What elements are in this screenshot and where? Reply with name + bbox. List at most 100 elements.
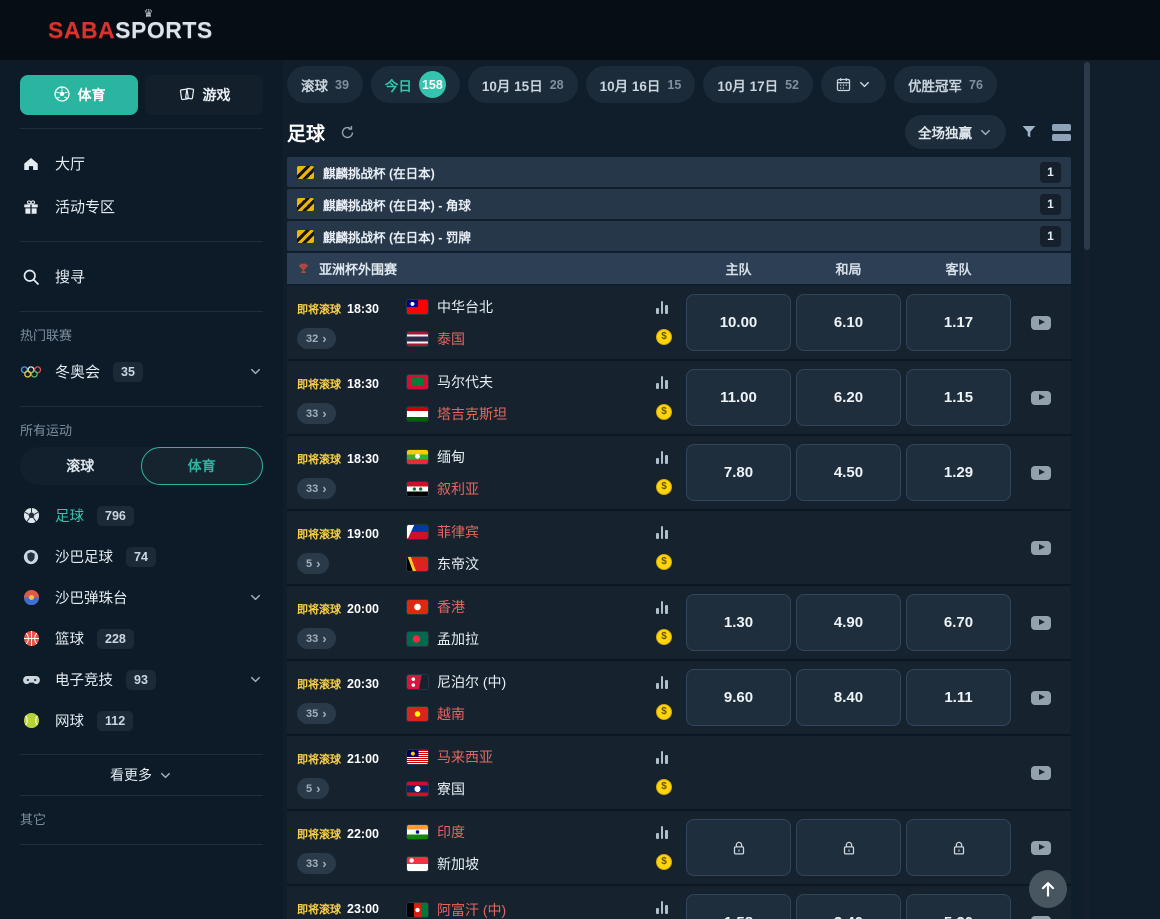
odds-button[interactable]: 6.10 [796, 294, 901, 351]
stats-icon[interactable] [656, 901, 668, 914]
home-team[interactable]: 缅甸 [407, 447, 656, 467]
home-team[interactable]: 阿富汗 (中) [407, 900, 656, 919]
stats-icon[interactable] [656, 376, 668, 389]
home-team[interactable]: 尼泊尔 (中) [407, 672, 656, 692]
league-row[interactable]: 麒麟挑战杯 (在日本) - 角球 1 [287, 189, 1071, 219]
sidebar-item-saba-pinball[interactable]: 沙巴弹珠台 [20, 577, 263, 618]
odds-button[interactable]: 1.11 [906, 669, 1011, 726]
home-team[interactable]: 印度 [407, 822, 656, 842]
odds-button-locked[interactable] [686, 819, 791, 876]
away-team[interactable]: 东帝汶 [407, 554, 656, 574]
tab-today[interactable]: 今日158 [371, 66, 460, 103]
more-markets-button[interactable]: 33› [297, 628, 336, 649]
sidebar-item-esports[interactable]: 电子竞技 93 [20, 659, 263, 700]
stats-icon[interactable] [656, 601, 668, 614]
section-header[interactable]: 亚洲杯外围赛 主队 和局 客队 [287, 253, 1071, 284]
away-team[interactable]: 叙利亚 [407, 479, 656, 499]
video-stream-icon[interactable] [1031, 766, 1051, 780]
away-team[interactable]: 寮国 [407, 779, 656, 799]
odds-button[interactable]: 3.40 [796, 894, 901, 919]
sidebar-item-promotions[interactable]: 活动专区 [20, 185, 263, 228]
league-row[interactable]: 麒麟挑战杯 (在日本) - 罚牌 1 [287, 221, 1071, 251]
more-markets-button[interactable]: 33› [297, 478, 336, 499]
filter-button[interactable] [1020, 123, 1038, 141]
more-markets-button[interactable]: 33› [297, 853, 336, 874]
toggle-sports[interactable]: 体育 [141, 447, 264, 485]
stats-icon[interactable] [656, 451, 668, 464]
odds-button[interactable]: 1.17 [906, 294, 1011, 351]
cashout-coin-icon[interactable] [656, 854, 672, 870]
cashout-coin-icon[interactable] [656, 329, 672, 345]
more-markets-button[interactable]: 5› [297, 778, 329, 799]
more-markets-button[interactable]: 33› [297, 403, 336, 424]
games-mode-button[interactable]: 游戏 [145, 75, 263, 115]
video-stream-icon[interactable] [1031, 691, 1051, 705]
brand-logo[interactable]: ♛ SABASPORTS [48, 17, 213, 44]
sidebar-item-tennis[interactable]: 网球 112 [20, 700, 263, 741]
odds-button[interactable]: 10.00 [686, 294, 791, 351]
cashout-coin-icon[interactable] [656, 704, 672, 720]
calendar-tab[interactable] [821, 66, 886, 103]
video-stream-icon[interactable] [1031, 466, 1051, 480]
cashout-coin-icon[interactable] [656, 404, 672, 420]
away-team[interactable]: 越南 [407, 704, 656, 724]
home-team[interactable]: 中华台北 [407, 297, 656, 317]
sidebar-item-lobby[interactable]: 大厅 [20, 142, 263, 185]
odds-button[interactable]: 11.00 [686, 369, 791, 426]
tab-oct-15[interactable]: 10月 15日28 [468, 66, 578, 103]
video-stream-icon[interactable] [1031, 391, 1051, 405]
layout-toggle-button[interactable] [1052, 124, 1071, 141]
see-more-button[interactable]: 看更多 [20, 761, 263, 789]
cashout-coin-icon[interactable] [656, 779, 672, 795]
odds-button[interactable]: 1.30 [686, 594, 791, 651]
odds-button[interactable]: 4.50 [796, 444, 901, 501]
odds-button[interactable]: 6.20 [796, 369, 901, 426]
more-markets-button[interactable]: 32› [297, 328, 336, 349]
away-team[interactable]: 塔吉克斯坦 [407, 404, 656, 424]
sidebar-item-winter-olympics[interactable]: 冬奥会 35 [20, 350, 263, 393]
cashout-coin-icon[interactable] [656, 629, 672, 645]
stats-icon[interactable] [656, 826, 668, 839]
search-box[interactable]: 搜寻 [20, 255, 263, 298]
cashout-coin-icon[interactable] [656, 554, 672, 570]
odds-button-locked[interactable] [906, 819, 1011, 876]
scroll-to-top-button[interactable] [1029, 870, 1067, 908]
stats-icon[interactable] [656, 526, 668, 539]
home-team[interactable]: 马来西亚 [407, 747, 656, 767]
odds-button[interactable]: 9.60 [686, 669, 791, 726]
toggle-live[interactable]: 滚球 [20, 447, 141, 485]
cashout-coin-icon[interactable] [656, 479, 672, 495]
sidebar-item-basketball[interactable]: 篮球 228 [20, 618, 263, 659]
away-team[interactable]: 孟加拉 [407, 629, 656, 649]
away-team[interactable]: 新加坡 [407, 854, 656, 874]
market-selector-dropdown[interactable]: 全场独赢 [905, 115, 1006, 149]
video-stream-icon[interactable] [1031, 916, 1051, 919]
tab-oct-17[interactable]: 10月 17日52 [703, 66, 813, 103]
stats-icon[interactable] [656, 751, 668, 764]
odds-button[interactable]: 8.40 [796, 669, 901, 726]
sports-mode-button[interactable]: 体育 [20, 75, 138, 115]
home-team[interactable]: 香港 [407, 597, 656, 617]
odds-button[interactable]: 6.70 [906, 594, 1011, 651]
video-stream-icon[interactable] [1031, 841, 1051, 855]
video-stream-icon[interactable] [1031, 316, 1051, 330]
odds-button[interactable]: 1.15 [906, 369, 1011, 426]
tab-oct-16[interactable]: 10月 16日15 [586, 66, 696, 103]
odds-button[interactable]: 1.29 [906, 444, 1011, 501]
league-row[interactable]: 麒麟挑战杯 (在日本) 1 [287, 157, 1071, 187]
refresh-button[interactable] [339, 124, 356, 141]
scrollbar-thumb[interactable] [1084, 62, 1090, 250]
tab-live[interactable]: 滚球39 [287, 66, 363, 103]
sidebar-item-soccer[interactable]: 足球 796 [20, 495, 263, 536]
tab-outright[interactable]: 优胜冠军76 [894, 66, 997, 103]
video-stream-icon[interactable] [1031, 616, 1051, 630]
more-markets-button[interactable]: 35› [297, 703, 336, 724]
home-team[interactable]: 马尔代夫 [407, 372, 656, 392]
stats-icon[interactable] [656, 301, 668, 314]
odds-button[interactable]: 1.58 [686, 894, 791, 919]
more-markets-button[interactable]: 5› [297, 553, 329, 574]
video-stream-icon[interactable] [1031, 541, 1051, 555]
sidebar-item-saba-soccer[interactable]: 沙巴足球 74 [20, 536, 263, 577]
odds-button[interactable]: 7.80 [686, 444, 791, 501]
odds-button[interactable]: 4.90 [796, 594, 901, 651]
